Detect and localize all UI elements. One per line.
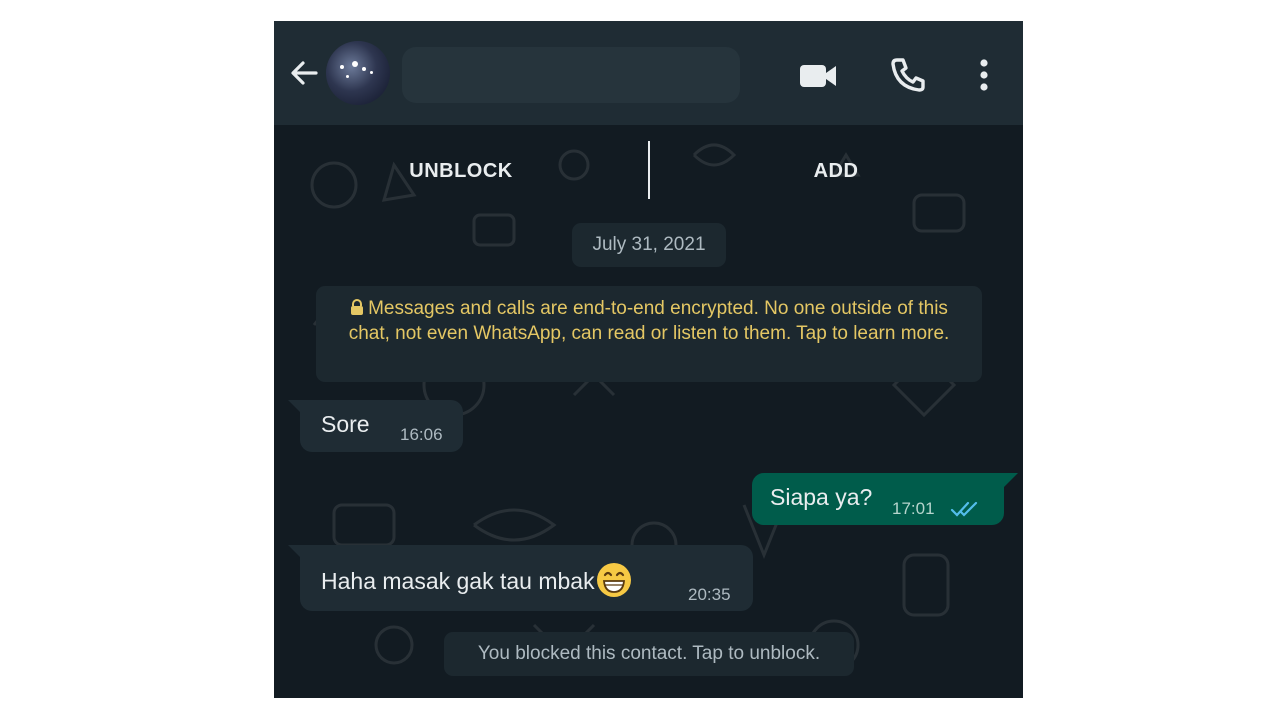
- more-vert-icon[interactable]: [964, 55, 1004, 95]
- encryption-notice[interactable]: Messages and calls are end-to-end encryp…: [316, 286, 982, 382]
- encryption-notice-text: Messages and calls are end-to-end encryp…: [348, 298, 950, 344]
- message-time: 17:01: [892, 499, 935, 518]
- videocam-icon[interactable]: [798, 55, 838, 95]
- message-incoming[interactable]: Haha masak gak tau mbak 20:35: [300, 545, 753, 611]
- lock-icon: [351, 299, 364, 315]
- grinning-emoji-icon: [596, 563, 631, 597]
- message-incoming[interactable]: Sore 16:06: [300, 400, 463, 452]
- avatar[interactable]: [326, 41, 390, 105]
- blocked-contact-notice[interactable]: You blocked this contact. Tap to unblock…: [444, 632, 854, 676]
- add-contact-button[interactable]: ADD: [649, 125, 1023, 217]
- chat-header: [274, 21, 1023, 125]
- blocked-contact-actions: UNBLOCK ADD: [274, 125, 1023, 217]
- chat-window: UNBLOCK ADD July 31, 2021 Messages and c…: [274, 21, 1023, 698]
- message-time: 20:35: [688, 585, 731, 604]
- bubble-tail: [1004, 473, 1018, 487]
- date-separator: July 31, 2021: [572, 223, 726, 267]
- unblock-button[interactable]: UNBLOCK: [274, 125, 648, 217]
- message-text-body: Haha masak gak tau mbak: [321, 568, 595, 594]
- message-time: 16:06: [400, 425, 443, 444]
- contact-name-redacted[interactable]: [402, 47, 740, 103]
- arrow-left-icon[interactable]: [288, 57, 320, 89]
- message-text: Haha masak gak tau mbak: [321, 562, 632, 598]
- message-text: Siapa ya?: [770, 484, 873, 510]
- phone-icon[interactable]: [888, 55, 928, 95]
- read-receipt-icon: [950, 501, 978, 517]
- message-text: Sore: [321, 411, 370, 437]
- message-outgoing[interactable]: Siapa ya? 17:01: [752, 473, 1004, 525]
